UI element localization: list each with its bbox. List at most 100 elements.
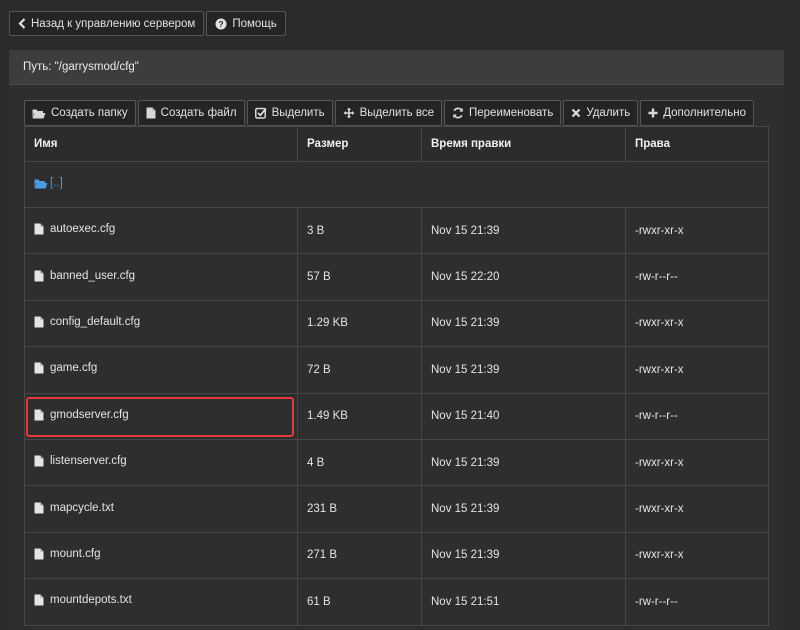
- file-name: gmodserver.cfg: [50, 408, 129, 421]
- file-name-cell: config_default.cfg: [24, 299, 298, 348]
- parent-dir-row[interactable]: [..]: [24, 161, 769, 208]
- table-row[interactable]: mount.cfg 271 B Nov 15 21:39 -rwxr-xr-x: [24, 531, 769, 580]
- parent-dir-link[interactable]: [..]: [34, 177, 63, 189]
- file-icon: [34, 223, 44, 235]
- chevron-left-icon: [18, 18, 26, 29]
- file-mtime: Nov 15 21:39: [421, 206, 626, 255]
- file-name: mapcycle.txt: [50, 501, 114, 514]
- file-name: banned_user.cfg: [50, 269, 136, 282]
- file-name-cell: mapcycle.txt: [24, 485, 298, 533]
- move-arrows-icon: [343, 107, 355, 119]
- select-all-label: Выделить все: [359, 107, 434, 119]
- file-name: mount.cfg: [50, 547, 101, 560]
- folder-open-icon: [32, 108, 46, 119]
- folder-open-icon: [34, 178, 48, 189]
- more-button[interactable]: Дополнительно: [640, 100, 754, 126]
- table-header-row: Имя Размер Время правки Права: [24, 126, 769, 162]
- file-name-cell: banned_user.cfg: [24, 253, 298, 301]
- file-name-link[interactable]: gmodserver.cfg: [34, 409, 129, 421]
- file-size: 61 B: [297, 578, 422, 626]
- file-perms: -rwxr-xr-x: [625, 438, 769, 487]
- file-icon: [34, 316, 44, 328]
- help-button[interactable]: ? Помощь: [206, 11, 286, 36]
- file-name: listenserver.cfg: [50, 455, 127, 468]
- file-name-link[interactable]: config_default.cfg: [34, 316, 140, 328]
- file-perms: -rwxr-xr-x: [625, 299, 769, 348]
- file-perms: -rwxr-xr-x: [625, 485, 769, 533]
- top-nav: Назад к управлению сервером ? Помощь: [9, 11, 286, 36]
- file-size: 57 B: [297, 253, 422, 301]
- question-circle-icon: ?: [215, 18, 227, 30]
- file-icon: [34, 409, 44, 421]
- rename-label: Переименовать: [469, 107, 554, 119]
- file-name-link[interactable]: autoexec.cfg: [34, 223, 115, 235]
- header-name[interactable]: Имя: [24, 126, 298, 162]
- file-name-link[interactable]: game.cfg: [34, 362, 97, 374]
- path-heading: Путь: "/garrysmod/cfg": [9, 50, 784, 85]
- header-mtime[interactable]: Время правки: [421, 126, 626, 162]
- file-size: 3 B: [297, 206, 422, 255]
- file-name-link[interactable]: mountdepots.txt: [34, 594, 132, 606]
- file-size: 1.29 KB: [297, 299, 422, 348]
- svg-text:?: ?: [219, 19, 224, 29]
- file-size: 4 B: [297, 438, 422, 487]
- file-size: 271 B: [297, 531, 422, 580]
- file-name-link[interactable]: mapcycle.txt: [34, 502, 114, 514]
- close-icon: [571, 108, 581, 118]
- file-name: config_default.cfg: [50, 315, 141, 328]
- file-name: mountdepots.txt: [50, 594, 132, 607]
- table-row[interactable]: game.cfg 72 B Nov 15 21:39 -rwxr-xr-x: [24, 346, 769, 394]
- file-mtime: Nov 15 21:39: [421, 531, 626, 580]
- create-file-label: Создать файл: [160, 107, 237, 119]
- file-perms: -rwxr-xr-x: [625, 206, 769, 255]
- path-label: Путь: "/garrysmod/cfg": [23, 61, 139, 73]
- delete-label: Удалить: [586, 107, 631, 119]
- table-row[interactable]: listenserver.cfg 4 B Nov 15 21:39 -rwxr-xr-…: [24, 438, 769, 487]
- table-row[interactable]: mapcycle.txt 231 B Nov 15 21:39 -rwxr-xr-x: [24, 485, 769, 533]
- select-all-button[interactable]: Выделить все: [334, 100, 442, 126]
- file-size: 72 B: [297, 346, 422, 394]
- table-row[interactable]: gmodserver.cfg 1.49 KB Nov 15 21:40 -rw-r--…: [24, 392, 769, 440]
- delete-button[interactable]: Удалить: [563, 100, 639, 126]
- table-row[interactable]: autoexec.cfg 3 B Nov 15 21:39 -rwxr-xr-x: [24, 206, 769, 255]
- table-row[interactable]: banned_user.cfg 57 B Nov 15 22:20 -rw-r--r-…: [24, 253, 769, 301]
- file-mtime: Nov 15 21:40: [421, 392, 626, 440]
- file-mtime: Nov 15 21:39: [421, 485, 626, 533]
- select-button[interactable]: Выделить: [246, 100, 333, 126]
- header-size[interactable]: Размер: [297, 126, 422, 162]
- create-folder-button[interactable]: Создать папку: [24, 100, 136, 126]
- parent-dir-label: [..]: [50, 177, 63, 190]
- file-perms: -rw-r--r--: [625, 392, 769, 440]
- file-mtime: Nov 15 22:20: [421, 253, 626, 301]
- file-size: 1.49 KB: [297, 392, 422, 440]
- file-name: autoexec.cfg: [50, 223, 116, 236]
- create-folder-label: Создать папку: [51, 107, 128, 119]
- file-name-cell: mount.cfg: [24, 531, 298, 580]
- file-perms: -rw-r--r--: [625, 578, 769, 626]
- file-name-link[interactable]: listenserver.cfg: [34, 455, 127, 467]
- table-row[interactable]: mountdepots.txt 61 B Nov 15 21:51 -rw-r--r-…: [24, 578, 769, 626]
- file-name-cell: autoexec.cfg: [24, 206, 298, 255]
- file-name-link[interactable]: banned_user.cfg: [34, 270, 135, 282]
- create-file-button[interactable]: Создать файл: [137, 100, 245, 126]
- refresh-icon: [452, 107, 464, 119]
- file-mtime: Nov 15 21:39: [421, 299, 626, 348]
- more-label: Дополнительно: [663, 107, 746, 119]
- back-to-server-button[interactable]: Назад к управлению сервером: [9, 11, 205, 36]
- file-icon: [34, 270, 44, 282]
- file-name-cell: game.cfg: [24, 346, 298, 394]
- file-icon: [146, 107, 156, 119]
- file-icon: [34, 502, 44, 514]
- file-perms: -rw-r--r--: [625, 253, 769, 301]
- table-row[interactable]: config_default.cfg 1.29 KB Nov 15 21:39 -rw…: [24, 299, 769, 348]
- file-icon: [34, 594, 44, 606]
- file-name: game.cfg: [50, 362, 98, 375]
- rename-button[interactable]: Переименовать: [444, 100, 562, 126]
- header-perms[interactable]: Права: [625, 126, 769, 162]
- file-name-cell: listenserver.cfg: [24, 438, 298, 487]
- back-button-label: Назад к управлению сервером: [31, 17, 196, 30]
- file-name-link[interactable]: mount.cfg: [34, 548, 101, 560]
- file-mtime: Nov 15 21:39: [421, 346, 626, 394]
- file-size: 231 B: [297, 485, 422, 533]
- file-mtime: Nov 15 21:51: [421, 578, 626, 626]
